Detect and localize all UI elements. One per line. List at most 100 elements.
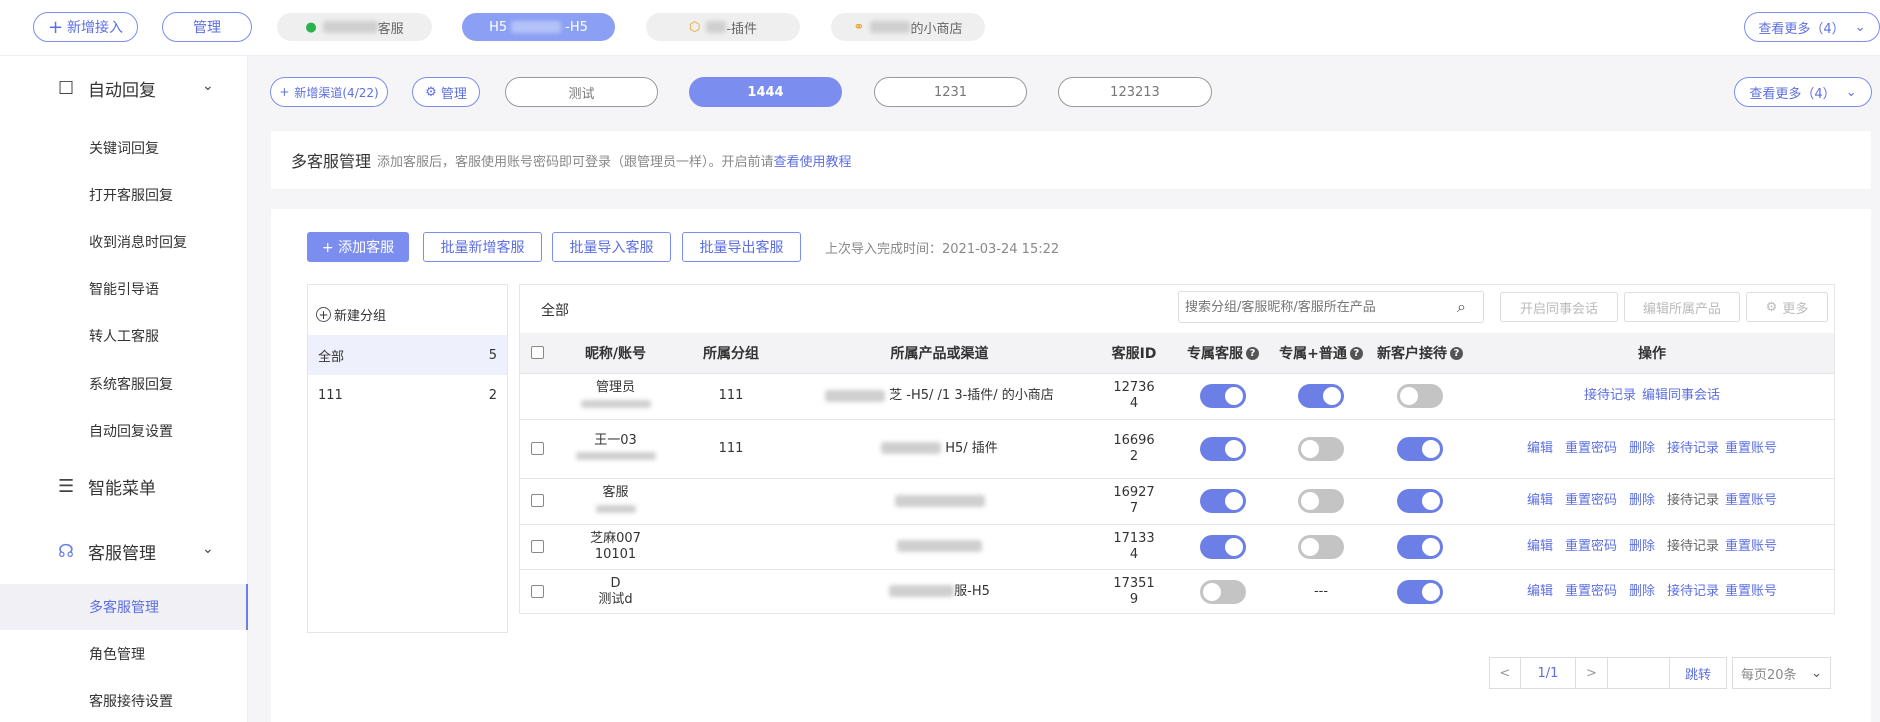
reception-record-link[interactable]: 接待记录 [1584, 388, 1636, 403]
top-tab-plugin[interactable]: ⬡ -插件 [646, 13, 800, 41]
row-checkbox[interactable] [520, 478, 554, 525]
channel-tab-1231[interactable]: 1231 [874, 77, 1027, 107]
sidebar-item-multi-service[interactable]: 多客服管理 [89, 597, 159, 617]
top-tab-wechat[interactable]: ● 客服 [277, 13, 432, 41]
plus-icon: + [47, 16, 64, 38]
edit-link[interactable]: 编辑 [1527, 584, 1553, 599]
prev-page-button[interactable]: < [1489, 657, 1521, 689]
batch-import-button[interactable]: 批量导入客服 [552, 232, 671, 262]
box-icon: ⬡ [688, 19, 701, 35]
row-group [677, 478, 785, 525]
next-page-button[interactable]: > [1576, 657, 1608, 689]
exclusive-toggle[interactable] [1200, 534, 1246, 559]
reception-record-link[interactable]: 接待记录 [1667, 539, 1719, 554]
menu-service-management[interactable]: ☊ 客服管理 [58, 539, 156, 564]
add-access-button[interactable]: + 新增接入 [33, 12, 138, 42]
reset-password-link[interactable]: 重置密码 [1565, 584, 1617, 599]
top-tab-shop[interactable]: ⚭ 的小商店 [831, 13, 985, 41]
per-page-select[interactable]: 每页20条 ⌄ [1732, 657, 1831, 689]
sidebar-item-transfer[interactable]: 转人工客服 [89, 326, 159, 346]
chevron-down-icon[interactable]: ⌄ [202, 541, 214, 557]
exclusive-toggle[interactable] [1200, 489, 1246, 513]
tutorial-link[interactable]: 查看使用教程 [774, 151, 852, 170]
channel-more-button[interactable]: 查看更多（4） ⌄ [1734, 77, 1872, 107]
more-button[interactable]: ⚙ 更多 [1746, 292, 1828, 322]
add-channel-button[interactable]: + 新增渠道(4/22) [270, 77, 388, 107]
exclusive-toggle[interactable] [1200, 436, 1246, 461]
help-icon[interactable]: ? [1349, 347, 1363, 361]
channel-tab-123213[interactable]: 123213 [1058, 77, 1212, 107]
sidebar-item-reception-settings[interactable]: 客服接待设置 [89, 691, 173, 711]
channel-tab-test[interactable]: 测试 [505, 77, 658, 107]
reset-account-link[interactable]: 重置账号 [1725, 539, 1777, 554]
delete-link[interactable]: 删除 [1629, 441, 1655, 456]
row-checkbox[interactable] [520, 419, 554, 479]
reset-password-link[interactable]: 重置密码 [1565, 539, 1617, 554]
chevron-down-icon[interactable]: ⌄ [202, 78, 214, 94]
reception-record-link[interactable]: 接待记录 [1667, 493, 1719, 508]
menu-auto-reply[interactable]: ☐ 自动回复 [58, 76, 156, 101]
add-service-button[interactable]: + 添加客服 [307, 232, 409, 262]
sidebar-item-system-reply[interactable]: 系统客服回复 [89, 374, 173, 394]
table-tab-all[interactable]: 全部 [541, 300, 569, 320]
row-id: 17351 [1113, 575, 1155, 591]
table-header-row: 昵称/账号 所属分组 所属产品或渠道 客服ID 专属客服? 专属+普通? 新客户… [520, 333, 1834, 374]
delete-link[interactable]: 删除 [1629, 493, 1655, 508]
plus-circle-icon: + [316, 307, 331, 322]
delete-link[interactable]: 删除 [1629, 539, 1655, 554]
new-customer-toggle[interactable] [1397, 579, 1443, 604]
batch-export-button[interactable]: 批量导出客服 [682, 232, 801, 262]
chevron-down-icon: ⌄ [1854, 19, 1866, 35]
reception-record-link[interactable]: 接待记录 [1667, 584, 1719, 599]
new-customer-toggle[interactable] [1397, 436, 1443, 461]
sidebar-item-keyword-reply[interactable]: 关键词回复 [89, 138, 159, 158]
link-icon: ⚭ [853, 19, 865, 35]
sidebar-item-roles[interactable]: 角色管理 [89, 644, 145, 664]
sidebar-item-guide[interactable]: 智能引导语 [89, 279, 159, 299]
batch-add-button[interactable]: 批量新增客服 [423, 232, 542, 262]
edit-product-button[interactable]: 编辑所属产品 [1624, 292, 1740, 322]
reset-account-link[interactable]: 重置账号 [1725, 584, 1777, 599]
mixed-toggle[interactable] [1298, 436, 1344, 461]
group-item-111[interactable]: 111 2 [308, 375, 507, 415]
menu-smart-menu[interactable]: ☰ 智能菜单 [58, 474, 156, 499]
reset-account-link[interactable]: 重置账号 [1725, 441, 1777, 456]
channel-tab-1444[interactable]: 1444 [689, 77, 842, 107]
new-customer-toggle[interactable] [1397, 534, 1443, 559]
mixed-toggle[interactable] [1298, 384, 1344, 408]
edit-link[interactable]: 编辑 [1527, 539, 1553, 554]
colleague-session-button[interactable]: 开启同事会话 [1500, 292, 1618, 322]
new-customer-toggle[interactable] [1397, 489, 1443, 513]
edit-link[interactable]: 编辑 [1527, 493, 1553, 508]
top-manage-button[interactable]: 管理 [162, 12, 252, 42]
group-item-all[interactable]: 全部 5 [308, 335, 507, 375]
jump-button[interactable]: 跳转 [1670, 657, 1727, 689]
row-checkbox[interactable] [520, 524, 554, 570]
new-group-button[interactable]: + 新建分组 [316, 305, 386, 324]
delete-link[interactable]: 删除 [1629, 584, 1655, 599]
new-customer-toggle[interactable] [1397, 384, 1443, 408]
reset-password-link[interactable]: 重置密码 [1565, 493, 1617, 508]
edit-colleague-session-link[interactable]: 编辑同事会话 [1642, 388, 1720, 403]
search-icon[interactable]: ⌕ [1457, 297, 1483, 317]
select-all-checkbox[interactable] [520, 333, 554, 374]
help-icon[interactable]: ? [1246, 347, 1259, 361]
mixed-toggle[interactable] [1298, 534, 1344, 559]
exclusive-toggle[interactable] [1200, 579, 1246, 604]
reception-record-link[interactable]: 接待记录 [1667, 441, 1719, 456]
sidebar-item-message-reply[interactable]: 收到消息时回复 [89, 232, 187, 252]
help-icon[interactable]: ? [1450, 347, 1463, 361]
channel-manage-button[interactable]: ⚙ 管理 [412, 77, 480, 107]
mixed-toggle[interactable] [1298, 489, 1344, 513]
sidebar-item-open-reply[interactable]: 打开客服回复 [89, 185, 173, 205]
top-tab-h5[interactable]: H5 -H5 [462, 13, 615, 41]
top-more-button[interactable]: 查看更多（4） ⌄ [1744, 12, 1880, 42]
sidebar-item-reply-settings[interactable]: 自动回复设置 [89, 421, 173, 441]
search-input[interactable] [1179, 299, 1457, 315]
reset-account-link[interactable]: 重置账号 [1725, 493, 1777, 508]
reset-password-link[interactable]: 重置密码 [1565, 441, 1617, 456]
page-jump-input[interactable] [1608, 657, 1670, 689]
edit-link[interactable]: 编辑 [1527, 441, 1553, 456]
exclusive-toggle[interactable] [1200, 384, 1246, 408]
row-checkbox[interactable] [520, 569, 554, 614]
